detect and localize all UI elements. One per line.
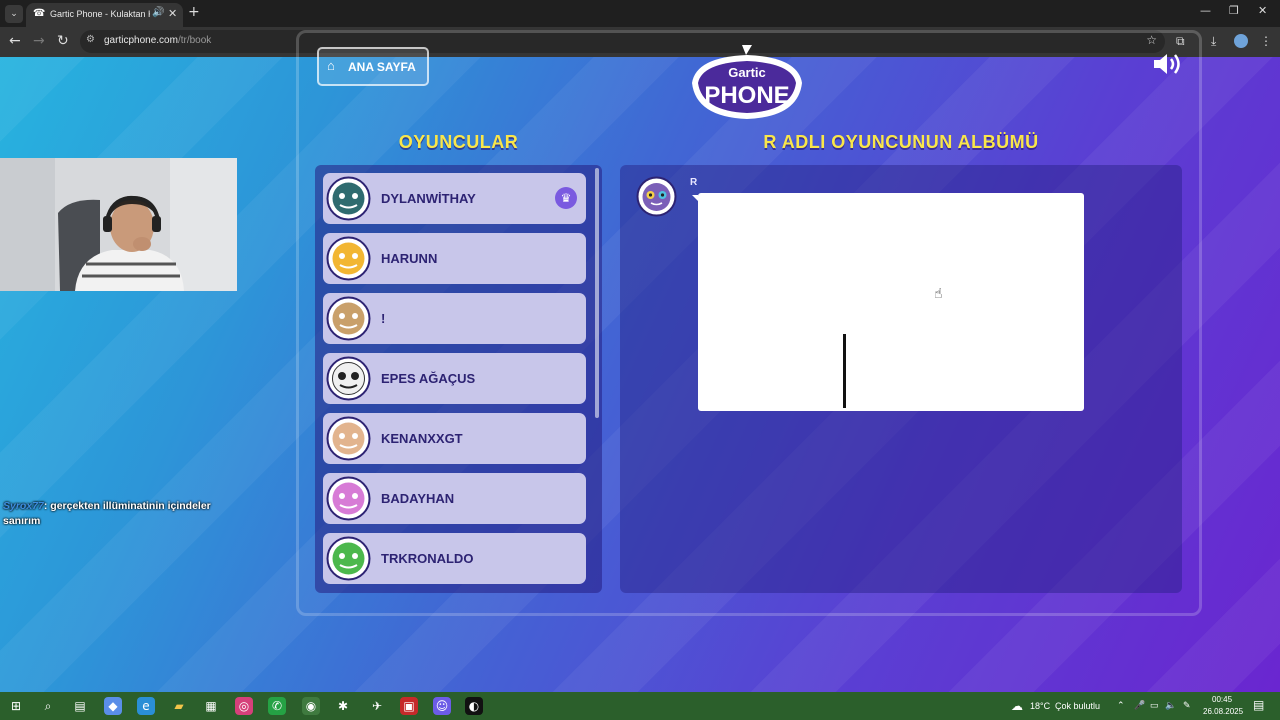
- player-card[interactable]: BADAYHAN: [323, 473, 586, 524]
- player-avatar-icon: [326, 476, 371, 521]
- player-card[interactable]: DYLANWİTHAY ♛: [323, 173, 586, 224]
- notifications-icon[interactable]: ▤: [1253, 698, 1264, 712]
- logo-bottom-text: PHONE: [704, 82, 789, 109]
- player-name: !: [381, 311, 386, 326]
- logo-top-text: Gartic: [728, 65, 766, 80]
- player-card[interactable]: !: [323, 293, 586, 344]
- app-icon[interactable]: ✈: [368, 697, 386, 715]
- download-icon[interactable]: ⤓: [1211, 34, 1216, 49]
- player-name: KENANXXGT: [381, 431, 463, 446]
- player-avatar-icon: [326, 176, 371, 221]
- windows-start-icon[interactable]: ⊞: [7, 697, 25, 715]
- tray-chevron-icon[interactable]: ⌃: [1117, 700, 1125, 711]
- clock-date[interactable]: 26.08.2025: [1203, 707, 1243, 716]
- profile-avatar[interactable]: [1234, 34, 1248, 48]
- player-avatar-icon: [326, 236, 371, 281]
- players-scrollbar[interactable]: [595, 168, 599, 418]
- player-card[interactable]: HARUNN: [323, 233, 586, 284]
- weather-temp[interactable]: 18°C: [1030, 701, 1050, 711]
- browser-tabstrip: ⌄ ☎ Gartic Phone - Kulaktan Kula 🔊 ✕ + —…: [0, 0, 1280, 27]
- webcam-overlay: [0, 158, 237, 291]
- player-avatar-icon: [326, 536, 371, 581]
- streaming-app-icon[interactable]: ▣: [400, 697, 418, 715]
- minimize-icon[interactable]: —: [1200, 4, 1211, 17]
- instagram-icon[interactable]: ◎: [235, 697, 253, 715]
- obs-icon[interactable]: ◐: [465, 697, 483, 715]
- url-text: garticphone.com/tr/book: [104, 35, 212, 46]
- browser-tab[interactable]: ☎ Gartic Phone - Kulaktan Kula 🔊 ✕: [26, 3, 183, 27]
- player-card[interactable]: TRKRONALDO: [323, 533, 586, 584]
- player-avatar-icon: [326, 296, 371, 341]
- sound-icon[interactable]: [1152, 52, 1184, 76]
- clock-time[interactable]: 00:45: [1212, 695, 1232, 704]
- player-name: DYLANWİTHAY: [381, 191, 476, 206]
- network-icon[interactable]: ▭: [1150, 700, 1159, 711]
- volume-icon[interactable]: 🔈: [1165, 700, 1176, 711]
- menu-icon[interactable]: ⋮: [1260, 34, 1272, 48]
- player-name: HARUNN: [381, 251, 438, 266]
- chatgpt-icon[interactable]: ✱: [334, 697, 352, 715]
- windows-taskbar: ⊞ ⌕ ▤ ◆ e ▰ ▦ ◎ ✆ ◉ ✱ ✈ ▣ ☺ ◐ ☁ 18°C Çok…: [0, 692, 1280, 720]
- player-name: BADAYHAN: [381, 491, 455, 506]
- tab-close-icon[interactable]: ✕: [168, 7, 177, 20]
- hand-cursor-icon: ☝: [934, 286, 943, 302]
- store-icon[interactable]: ▦: [202, 697, 220, 715]
- player-card[interactable]: KENANXXGT: [323, 413, 586, 464]
- gartic-phone-logo: Gartic PHONE: [692, 45, 802, 119]
- drawing-stroke: [843, 334, 846, 408]
- tab-audio-icon[interactable]: 🔊: [152, 7, 164, 18]
- restore-icon[interactable]: ❐: [1229, 4, 1239, 17]
- home-icon: ⌂: [327, 58, 335, 73]
- home-button[interactable]: ⌂ ANA SAYFA: [317, 47, 429, 86]
- player-card[interactable]: EPES AĞAÇUS: [323, 353, 586, 404]
- chrome-icon[interactable]: ◉: [302, 697, 320, 715]
- chat-username: Syrox77: [3, 500, 44, 512]
- pen-icon[interactable]: ✎: [1183, 700, 1191, 711]
- tab-title: Gartic Phone - Kulaktan Kula: [50, 9, 150, 19]
- chat-message: Syrox77: gerçekten illüminatinin içindel…: [3, 499, 233, 529]
- task-view-icon[interactable]: ▤: [71, 697, 89, 715]
- reload-icon[interactable]: ↻: [57, 33, 69, 49]
- player-avatar-icon: [326, 356, 371, 401]
- copilot-icon[interactable]: ◆: [104, 697, 122, 715]
- weather-desc[interactable]: Çok bulutlu: [1055, 701, 1100, 711]
- player-name: TRKRONALDO: [381, 551, 474, 566]
- phone-favicon-icon: ☎: [33, 8, 46, 19]
- forward-icon[interactable]: →: [33, 33, 45, 49]
- new-tab-icon[interactable]: +: [188, 4, 200, 20]
- site-info-icon[interactable]: ⚙: [86, 34, 95, 45]
- whatsapp-icon[interactable]: ✆: [268, 697, 286, 715]
- album-heading: R ADLI OYUNCUNUN ALBÜMÜ: [763, 132, 1039, 152]
- player-avatar-icon: [326, 416, 371, 461]
- author-avatar-icon: [636, 176, 677, 217]
- album-author-name: R: [690, 177, 698, 188]
- player-name: EPES AĞAÇUS: [381, 371, 476, 386]
- players-list[interactable]: DYLANWİTHAY ♛ HARUNN ! EPES AĞAÇUS KENAN…: [315, 165, 602, 593]
- search-icon[interactable]: ⌕: [39, 697, 57, 715]
- weather-cloud-icon: ☁: [1011, 699, 1023, 713]
- tab-search-icon[interactable]: ⌄: [5, 5, 23, 23]
- crown-icon: ♛: [555, 187, 577, 209]
- home-button-label: ANA SAYFA: [348, 60, 416, 74]
- discord-icon[interactable]: ☺: [433, 697, 451, 715]
- file-explorer-icon[interactable]: ▰: [170, 697, 188, 715]
- window-close-icon[interactable]: ✕: [1258, 4, 1267, 17]
- microphone-icon[interactable]: 🎤: [1134, 700, 1145, 711]
- drawing-canvas[interactable]: [692, 193, 1084, 411]
- back-icon[interactable]: ←: [9, 33, 21, 49]
- players-heading: OYUNCULAR: [398, 132, 519, 152]
- edge-icon[interactable]: e: [137, 697, 155, 715]
